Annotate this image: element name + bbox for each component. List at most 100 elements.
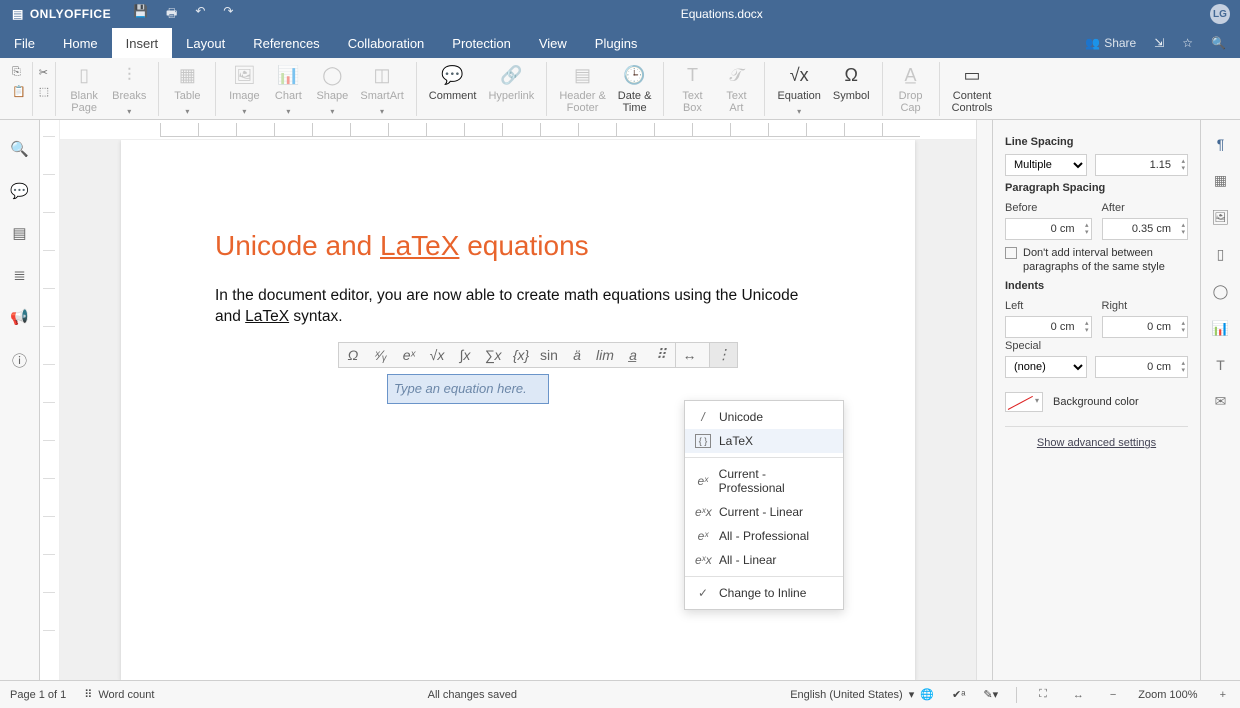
eq-symbol-omega[interactable]: Ω [339, 343, 367, 367]
eq-more-button[interactable]: ⋮ [709, 343, 737, 367]
undo-icon[interactable]: ↶ [195, 4, 205, 25]
zoom-out-icon[interactable]: − [1106, 689, 1120, 701]
paragraph-tab-icon[interactable]: ¶ [1217, 136, 1225, 152]
dd-latex[interactable]: { }LaTeX [685, 429, 843, 453]
show-advanced-link[interactable]: Show advanced settings [1005, 426, 1188, 449]
dd-all-professional[interactable]: eˣAll - Professional [685, 524, 843, 548]
image-tab-icon[interactable]: 🖼 [1212, 209, 1230, 226]
zoom-in-icon[interactable]: + [1216, 689, 1230, 701]
menu-protection[interactable]: Protection [438, 28, 525, 58]
word-count[interactable]: ⠿Word count [84, 688, 154, 701]
track-changes-icon[interactable]: ✎▾ [983, 688, 998, 701]
outline-icon[interactable]: ≣ [13, 266, 26, 284]
indent-right[interactable]: 0 cm [1102, 316, 1189, 338]
share-button[interactable]: 👥 Share [1085, 36, 1136, 50]
save-icon[interactable]: 💾 [133, 4, 148, 25]
fit-page-icon[interactable]: ⛶ [1035, 688, 1051, 701]
find-icon[interactable]: 🔍 [10, 140, 29, 158]
search-icon[interactable]: 🔍 [1211, 36, 1226, 50]
dd-current-professional[interactable]: eˣCurrent - Professional [685, 462, 843, 500]
blank-page-button[interactable]: ▯Blank Page [62, 62, 106, 116]
dd-unicode[interactable]: /Unicode [685, 405, 843, 429]
spellcheck-icon[interactable]: ✔ᵃ [952, 688, 965, 701]
spacing-after[interactable]: 0.35 cm [1102, 218, 1189, 240]
eq-large-op[interactable]: ∑x [479, 343, 507, 367]
shape-button[interactable]: ◯Shape▾ [310, 62, 354, 120]
vertical-scrollbar[interactable] [976, 120, 992, 680]
eq-function[interactable]: sin [535, 343, 563, 367]
open-location-icon[interactable]: ⇲ [1154, 36, 1164, 50]
indents-label: Indents [1005, 280, 1188, 292]
eq-integral[interactable]: ∫x [451, 343, 479, 367]
menu-plugins[interactable]: Plugins [581, 28, 652, 58]
feedback-icon[interactable]: 📢 [10, 308, 29, 326]
hyperlink-button[interactable]: 🔗Hyperlink [482, 62, 540, 104]
equation-button[interactable]: √xEquation▾ [771, 62, 826, 120]
line-spacing-value[interactable]: 1.15 [1095, 154, 1189, 176]
logo-icon: ▤ [12, 7, 24, 21]
zoom-label[interactable]: Zoom 100% [1138, 689, 1197, 701]
comment-button[interactable]: 💬Comment [423, 62, 483, 104]
language-selector[interactable]: English (United States) ▾ 🌐 [790, 688, 934, 701]
menu-home[interactable]: Home [49, 28, 112, 58]
special-indent-mode[interactable]: (none) [1005, 356, 1087, 378]
copy-button[interactable]: ⎘ [12, 66, 21, 79]
eq-arrows[interactable]: ↔ [675, 343, 703, 367]
favorite-icon[interactable]: ☆ [1182, 36, 1193, 50]
breaks-button[interactable]: ⫶Breaks▾ [106, 62, 152, 120]
menu-collaboration[interactable]: Collaboration [334, 28, 439, 58]
bg-color-swatch[interactable] [1005, 392, 1043, 412]
same-style-checkbox[interactable]: Don't add interval between paragraphs of… [1005, 246, 1188, 274]
menu-view[interactable]: View [525, 28, 581, 58]
fit-width-icon[interactable]: ↔ [1069, 689, 1088, 701]
page-indicator[interactable]: Page 1 of 1 [10, 689, 66, 701]
eq-bracket[interactable]: {x} [507, 343, 535, 367]
symbol-button[interactable]: ΩSymbol [827, 62, 876, 104]
title-bar: ▤ ONLYOFFICE 💾 🖶 ↶ ↷ Equations.docx LG [0, 0, 1240, 28]
table-button[interactable]: ▦Table▾ [165, 62, 209, 120]
eq-radical[interactable]: √x [423, 343, 451, 367]
user-avatar[interactable]: LG [1210, 4, 1230, 24]
menu-references[interactable]: References [239, 28, 333, 58]
paragraph-spacing-label: Paragraph Spacing [1005, 182, 1188, 194]
eq-accent[interactable]: ä [563, 343, 591, 367]
eq-operator[interactable]: a̲ [619, 343, 647, 367]
line-spacing-label: Line Spacing [1005, 136, 1188, 148]
print-icon[interactable]: 🖶 [166, 4, 177, 25]
indent-left[interactable]: 0 cm [1005, 316, 1092, 338]
eq-matrix[interactable]: ⠿ [647, 343, 675, 367]
dd-current-linear[interactable]: eˣxCurrent - Linear [685, 500, 843, 524]
dd-change-inline[interactable]: ✓Change to Inline [685, 581, 843, 605]
date-time-button[interactable]: 🕒Date & Time [612, 62, 658, 116]
chart-tab-icon[interactable]: 📊 [1212, 320, 1229, 337]
spacing-before[interactable]: 0 cm [1005, 218, 1092, 240]
special-indent-value[interactable]: 0 cm [1095, 356, 1189, 378]
menu-insert[interactable]: Insert [112, 28, 173, 58]
dd-all-linear[interactable]: eˣxAll - Linear [685, 548, 843, 572]
menu-layout[interactable]: Layout [172, 28, 239, 58]
comments-icon[interactable]: 💬 [10, 182, 29, 200]
select-button[interactable]: ⬚ [39, 85, 49, 98]
cut-button[interactable]: ✂ [39, 66, 48, 79]
vertical-ruler [40, 120, 60, 680]
textart-tab-icon[interactable]: T [1216, 357, 1225, 373]
eq-script[interactable]: eˣ [395, 343, 423, 367]
chart-button[interactable]: 📊Chart▾ [266, 62, 310, 120]
paste-button[interactable]: 📋 [12, 85, 26, 98]
about-icon[interactable]: ⓘ [12, 350, 27, 371]
headerfooter-tab-icon[interactable]: ▯ [1217, 246, 1225, 263]
shape-tab-icon[interactable]: ◯ [1213, 283, 1229, 300]
table-tab-icon[interactable]: ▦ [1214, 172, 1227, 189]
menu-file[interactable]: File [0, 28, 49, 58]
eq-fraction[interactable]: ˣ⁄ᵧ [367, 343, 395, 367]
headers-icon[interactable]: ▤ [12, 224, 26, 242]
smartart-button[interactable]: ◫SmartArt▾ [354, 62, 409, 120]
mail-tab-icon[interactable]: ✉ [1215, 393, 1227, 410]
line-spacing-mode[interactable]: Multiple [1005, 154, 1087, 176]
equation-toolbar: Ω ˣ⁄ᵧ eˣ √x ∫x ∑x {x} sin ä lim a̲ ⠿ ↔ ⋮ [338, 342, 738, 368]
image-button[interactable]: 🖼Image▾ [222, 62, 266, 120]
eq-limit[interactable]: lim [591, 343, 619, 367]
equation-input[interactable]: Type an equation here. [387, 374, 549, 404]
redo-icon[interactable]: ↷ [223, 4, 233, 25]
app-logo: ▤ ONLYOFFICE [0, 7, 123, 21]
